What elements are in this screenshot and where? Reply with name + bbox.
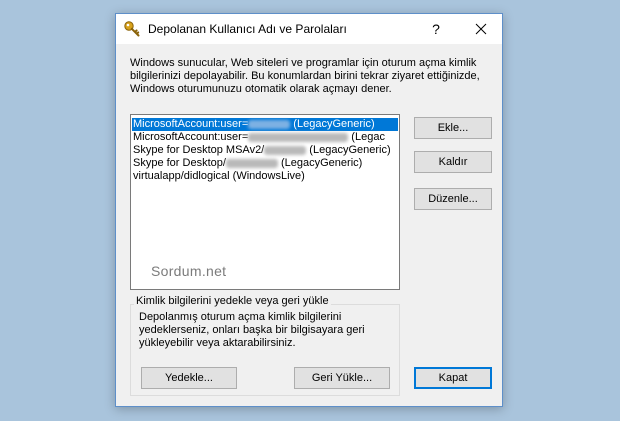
redacted-value (248, 132, 349, 142)
credentials-list[interactable]: MicrosoftAccount:user= (LegacyGeneric) M… (130, 114, 400, 290)
title-bar[interactable]: Depolanan Kullanıcı Adı ve Parolaları ? (116, 14, 502, 44)
credential-prefix: MicrosoftAccount:user= (133, 131, 249, 143)
key-icon (124, 21, 140, 37)
help-button[interactable]: ? (416, 14, 456, 44)
restore-button[interactable]: Geri Yükle... (294, 367, 390, 389)
list-item[interactable]: virtualapp/didlogical (WindowsLive) (132, 170, 398, 183)
backup-group-title: Kimlik bilgilerini yedekle veya geri yük… (134, 295, 331, 307)
credential-suffix: (LegacyGeneric) (290, 118, 375, 130)
redacted-value (225, 158, 278, 168)
add-button[interactable]: Ekle... (414, 117, 492, 139)
credential-prefix: Skype for Desktop MSAv2/ (133, 144, 265, 156)
window-title: Depolanan Kullanıcı Adı ve Parolaları (148, 22, 347, 36)
credential-prefix: Skype for Desktop/ (133, 157, 226, 169)
backup-button[interactable]: Yedekle... (141, 367, 237, 389)
credential-prefix: MicrosoftAccount:user= (133, 118, 249, 130)
remove-button[interactable]: Kaldır (414, 151, 492, 173)
list-item[interactable]: MicrosoftAccount:user= (Legac (132, 131, 398, 144)
credential-suffix: (LegacyGeneric) (277, 157, 363, 169)
credential-suffix: (Legac (348, 131, 385, 143)
backup-group-text: Depolanmış oturum açma kimlik bilgilerin… (139, 311, 365, 349)
watermark-text: Sordum.net (151, 263, 227, 279)
credentials-dialog: Depolanan Kullanıcı Adı ve Parolaları ? … (115, 13, 503, 407)
redacted-value (248, 119, 291, 129)
edit-button[interactable]: Düzenle... (414, 188, 492, 210)
credential-prefix: virtualapp/didlogical (WindowsLive) (133, 170, 305, 182)
intro-text: Windows sunucular, Web siteleri ve progr… (130, 57, 480, 95)
list-item[interactable]: Skype for Desktop MSAv2/ (LegacyGeneric) (132, 144, 398, 157)
list-item[interactable]: Skype for Desktop/ (LegacyGeneric) (132, 157, 398, 170)
close-button[interactable]: Kapat (414, 367, 492, 389)
list-item[interactable]: MicrosoftAccount:user= (LegacyGeneric) (132, 118, 398, 131)
close-icon[interactable] (461, 14, 501, 44)
redacted-value (264, 145, 307, 155)
credential-suffix: (LegacyGeneric) (306, 144, 391, 156)
